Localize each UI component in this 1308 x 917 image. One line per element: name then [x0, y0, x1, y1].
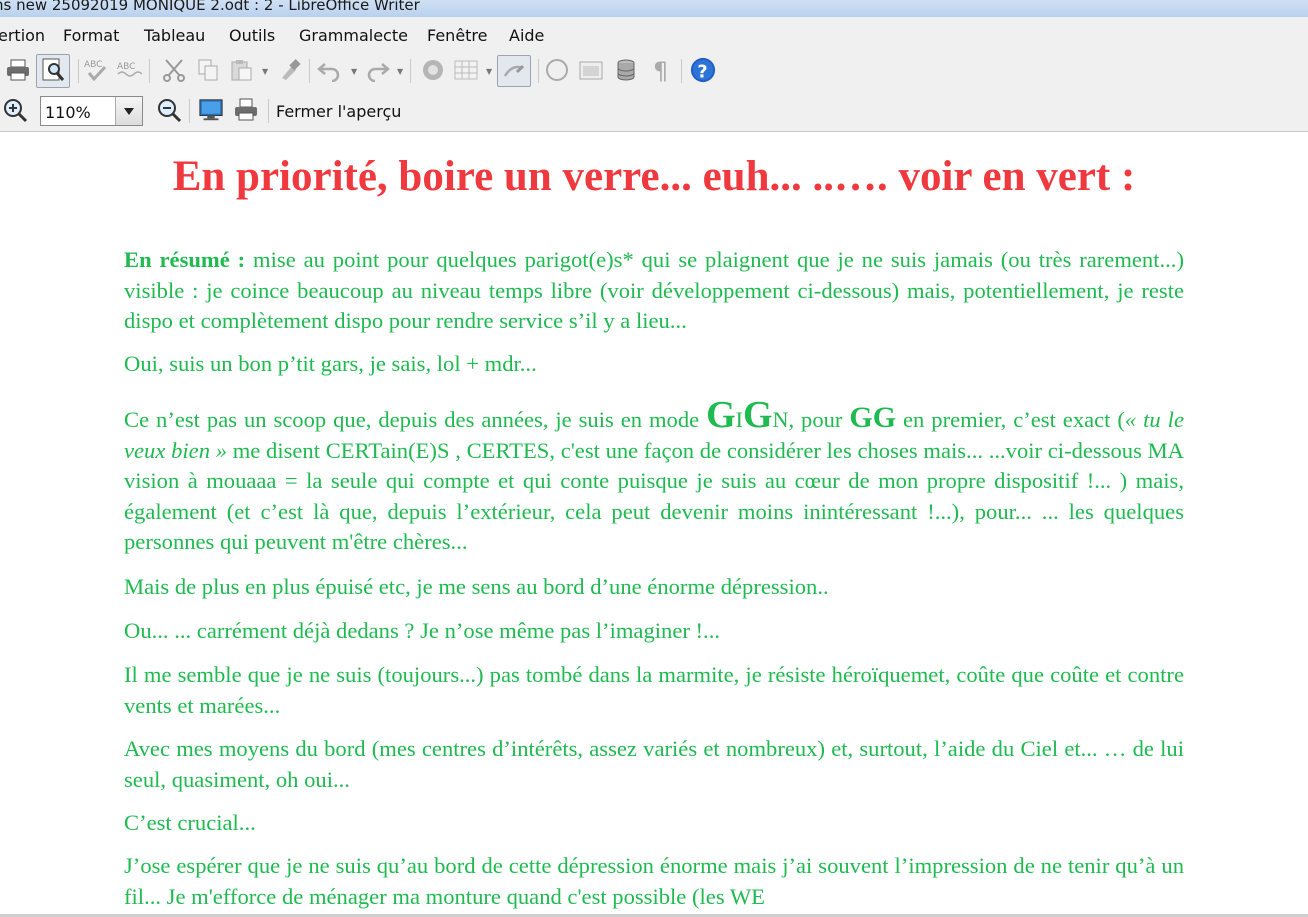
standard-toolbar: ABC ABC ▼ ▼ ▼ ▼ ¶ ?: [0, 51, 1308, 91]
spellcheck-icon[interactable]: ABC: [83, 57, 109, 83]
help-icon[interactable]: ?: [690, 57, 716, 83]
toolbar-separator: [78, 59, 79, 83]
close-preview-button[interactable]: Fermer l'aperçu: [276, 102, 401, 121]
document-page: En priorité, boire un verre... euh... ..…: [0, 132, 1308, 915]
paragraph-9: J’ose espérer que je ne suis qu’au bord …: [124, 851, 1184, 912]
paragraph-6-text: Il me semble que je ne suis (toujours...…: [124, 662, 1184, 718]
paragraph-7-text: Avec mes moyens du bord (mes centres d’i…: [124, 736, 1184, 792]
draw-functions-icon[interactable]: [497, 55, 531, 87]
menu-aide[interactable]: Aide: [509, 26, 544, 45]
paragraph-3: Ce n’est pas un scoop que, depuis des an…: [124, 396, 1184, 558]
paragraph-4-text: Mais de plus en plus épuisé etc, je me s…: [124, 574, 829, 599]
paragraph-2: Oui, suis un bon p’tit gars, je sais, lo…: [124, 349, 1184, 380]
redo-dropdown-icon[interactable]: ▼: [397, 67, 403, 76]
paragraph-4: Mais de plus en plus épuisé etc, je me s…: [124, 572, 1184, 603]
gallery-icon[interactable]: [578, 57, 604, 83]
zoom-out-icon[interactable]: [156, 97, 182, 123]
undo-dropdown-icon[interactable]: ▼: [351, 67, 357, 76]
paragraph-3-text-d: me disent CERTain(E)S , CERTES, c'est un…: [124, 437, 1184, 555]
gign-letter-i: I: [735, 407, 743, 432]
paste-dropdown-icon[interactable]: ▼: [262, 67, 268, 76]
zoom-select[interactable]: 110%: [40, 96, 143, 126]
paragraph-8: C’est crucial...: [124, 808, 1184, 839]
cut-icon[interactable]: [161, 57, 187, 83]
formatting-marks-icon[interactable]: ¶: [648, 57, 674, 83]
svg-text:ABC: ABC: [84, 60, 102, 70]
svg-text:ABC: ABC: [117, 62, 135, 72]
paragraph-6: Il me semble que je ne suis (toujours...…: [124, 660, 1184, 721]
toolbar-separator: [681, 59, 682, 83]
auto-spellcheck-icon[interactable]: ABC: [116, 57, 142, 83]
paragraph-8-text: C’est crucial...: [124, 810, 256, 835]
clone-formatting-icon[interactable]: [277, 57, 303, 83]
gign-letter-g1: G: [706, 394, 736, 436]
copy-icon[interactable]: [195, 57, 221, 83]
print-icon[interactable]: [5, 57, 31, 83]
toolbar-separator: [538, 59, 539, 83]
zoom-dropdown-button[interactable]: [115, 97, 142, 125]
table-icon[interactable]: [453, 57, 479, 83]
paragraph-9-text: J’ose espérer que je ne suis qu’au bord …: [124, 853, 1184, 909]
menu-format[interactable]: Format: [63, 26, 119, 45]
redo-icon[interactable]: [364, 57, 390, 83]
paragraph-5-text: Ou... ... carrément déjà dedans ? Je n’o…: [124, 618, 720, 643]
paragraph-3-text-c: en premier, c’est exact (: [896, 407, 1125, 432]
paragraph-1: En résumé : mise au point pour quelques …: [124, 245, 1184, 337]
navigator-compass-icon[interactable]: [544, 57, 570, 83]
page-preview-icon[interactable]: [36, 54, 70, 88]
gign-letter-n: N: [772, 407, 789, 432]
window-titlebar: ns new 25092019 MONIQUE 2.odt : 2 - Libr…: [0, 0, 1308, 17]
toolbar-separator: [149, 59, 150, 83]
print-preview-toolbar: [0, 91, 1308, 132]
full-screen-icon[interactable]: [198, 97, 224, 123]
navigator-icon[interactable]: [420, 57, 446, 83]
undo-icon[interactable]: [317, 57, 343, 83]
gign-letter-g2: G: [743, 394, 773, 436]
paragraph-1-text: mise au point pour quelques parigot(e)s*…: [124, 247, 1184, 333]
menu-insertion[interactable]: ertion: [0, 26, 45, 45]
svg-text:?: ?: [697, 62, 707, 82]
paragraph-3-text-b: , pour: [788, 407, 850, 432]
svg-text:¶: ¶: [653, 58, 668, 82]
paragraph-2-text: Oui, suis un bon p’tit gars, je sais, lo…: [124, 351, 537, 376]
toolbar-separator: [268, 99, 269, 123]
gg-text: GG: [849, 401, 897, 434]
menu-outils[interactable]: Outils: [229, 26, 275, 45]
toolbar-separator: [410, 59, 411, 83]
zoom-value: 110%: [45, 103, 91, 122]
print-preview-print-icon[interactable]: [233, 97, 259, 123]
menu-fenetre[interactable]: Fenêtre: [427, 26, 488, 45]
summary-label: En résumé :: [124, 247, 246, 272]
toolbar-separator: [309, 59, 310, 83]
table-dropdown-icon[interactable]: ▼: [486, 67, 492, 76]
zoom-in-icon[interactable]: [2, 97, 28, 123]
data-sources-icon[interactable]: [613, 57, 639, 83]
menu-grammalecte[interactable]: Grammalecte: [299, 26, 408, 45]
paragraph-3-text-a: Ce n’est pas un scoop que, depuis des an…: [124, 407, 707, 432]
menu-tableau[interactable]: Tableau: [144, 26, 205, 45]
chevron-down-icon: [124, 107, 134, 115]
paragraph-5: Ou... ... carrément déjà dedans ? Je n’o…: [124, 616, 1184, 647]
document-heading: En priorité, boire un verre... euh... ..…: [172, 153, 1136, 200]
paragraph-7: Avec mes moyens du bord (mes centres d’i…: [124, 734, 1184, 795]
toolbar-separator: [189, 99, 190, 123]
menu-bar: ertion Format Tableau Outils Grammalecte…: [0, 17, 1308, 51]
paste-icon[interactable]: [228, 57, 254, 83]
window-title: ns new 25092019 MONIQUE 2.odt : 2 - Libr…: [0, 0, 420, 14]
